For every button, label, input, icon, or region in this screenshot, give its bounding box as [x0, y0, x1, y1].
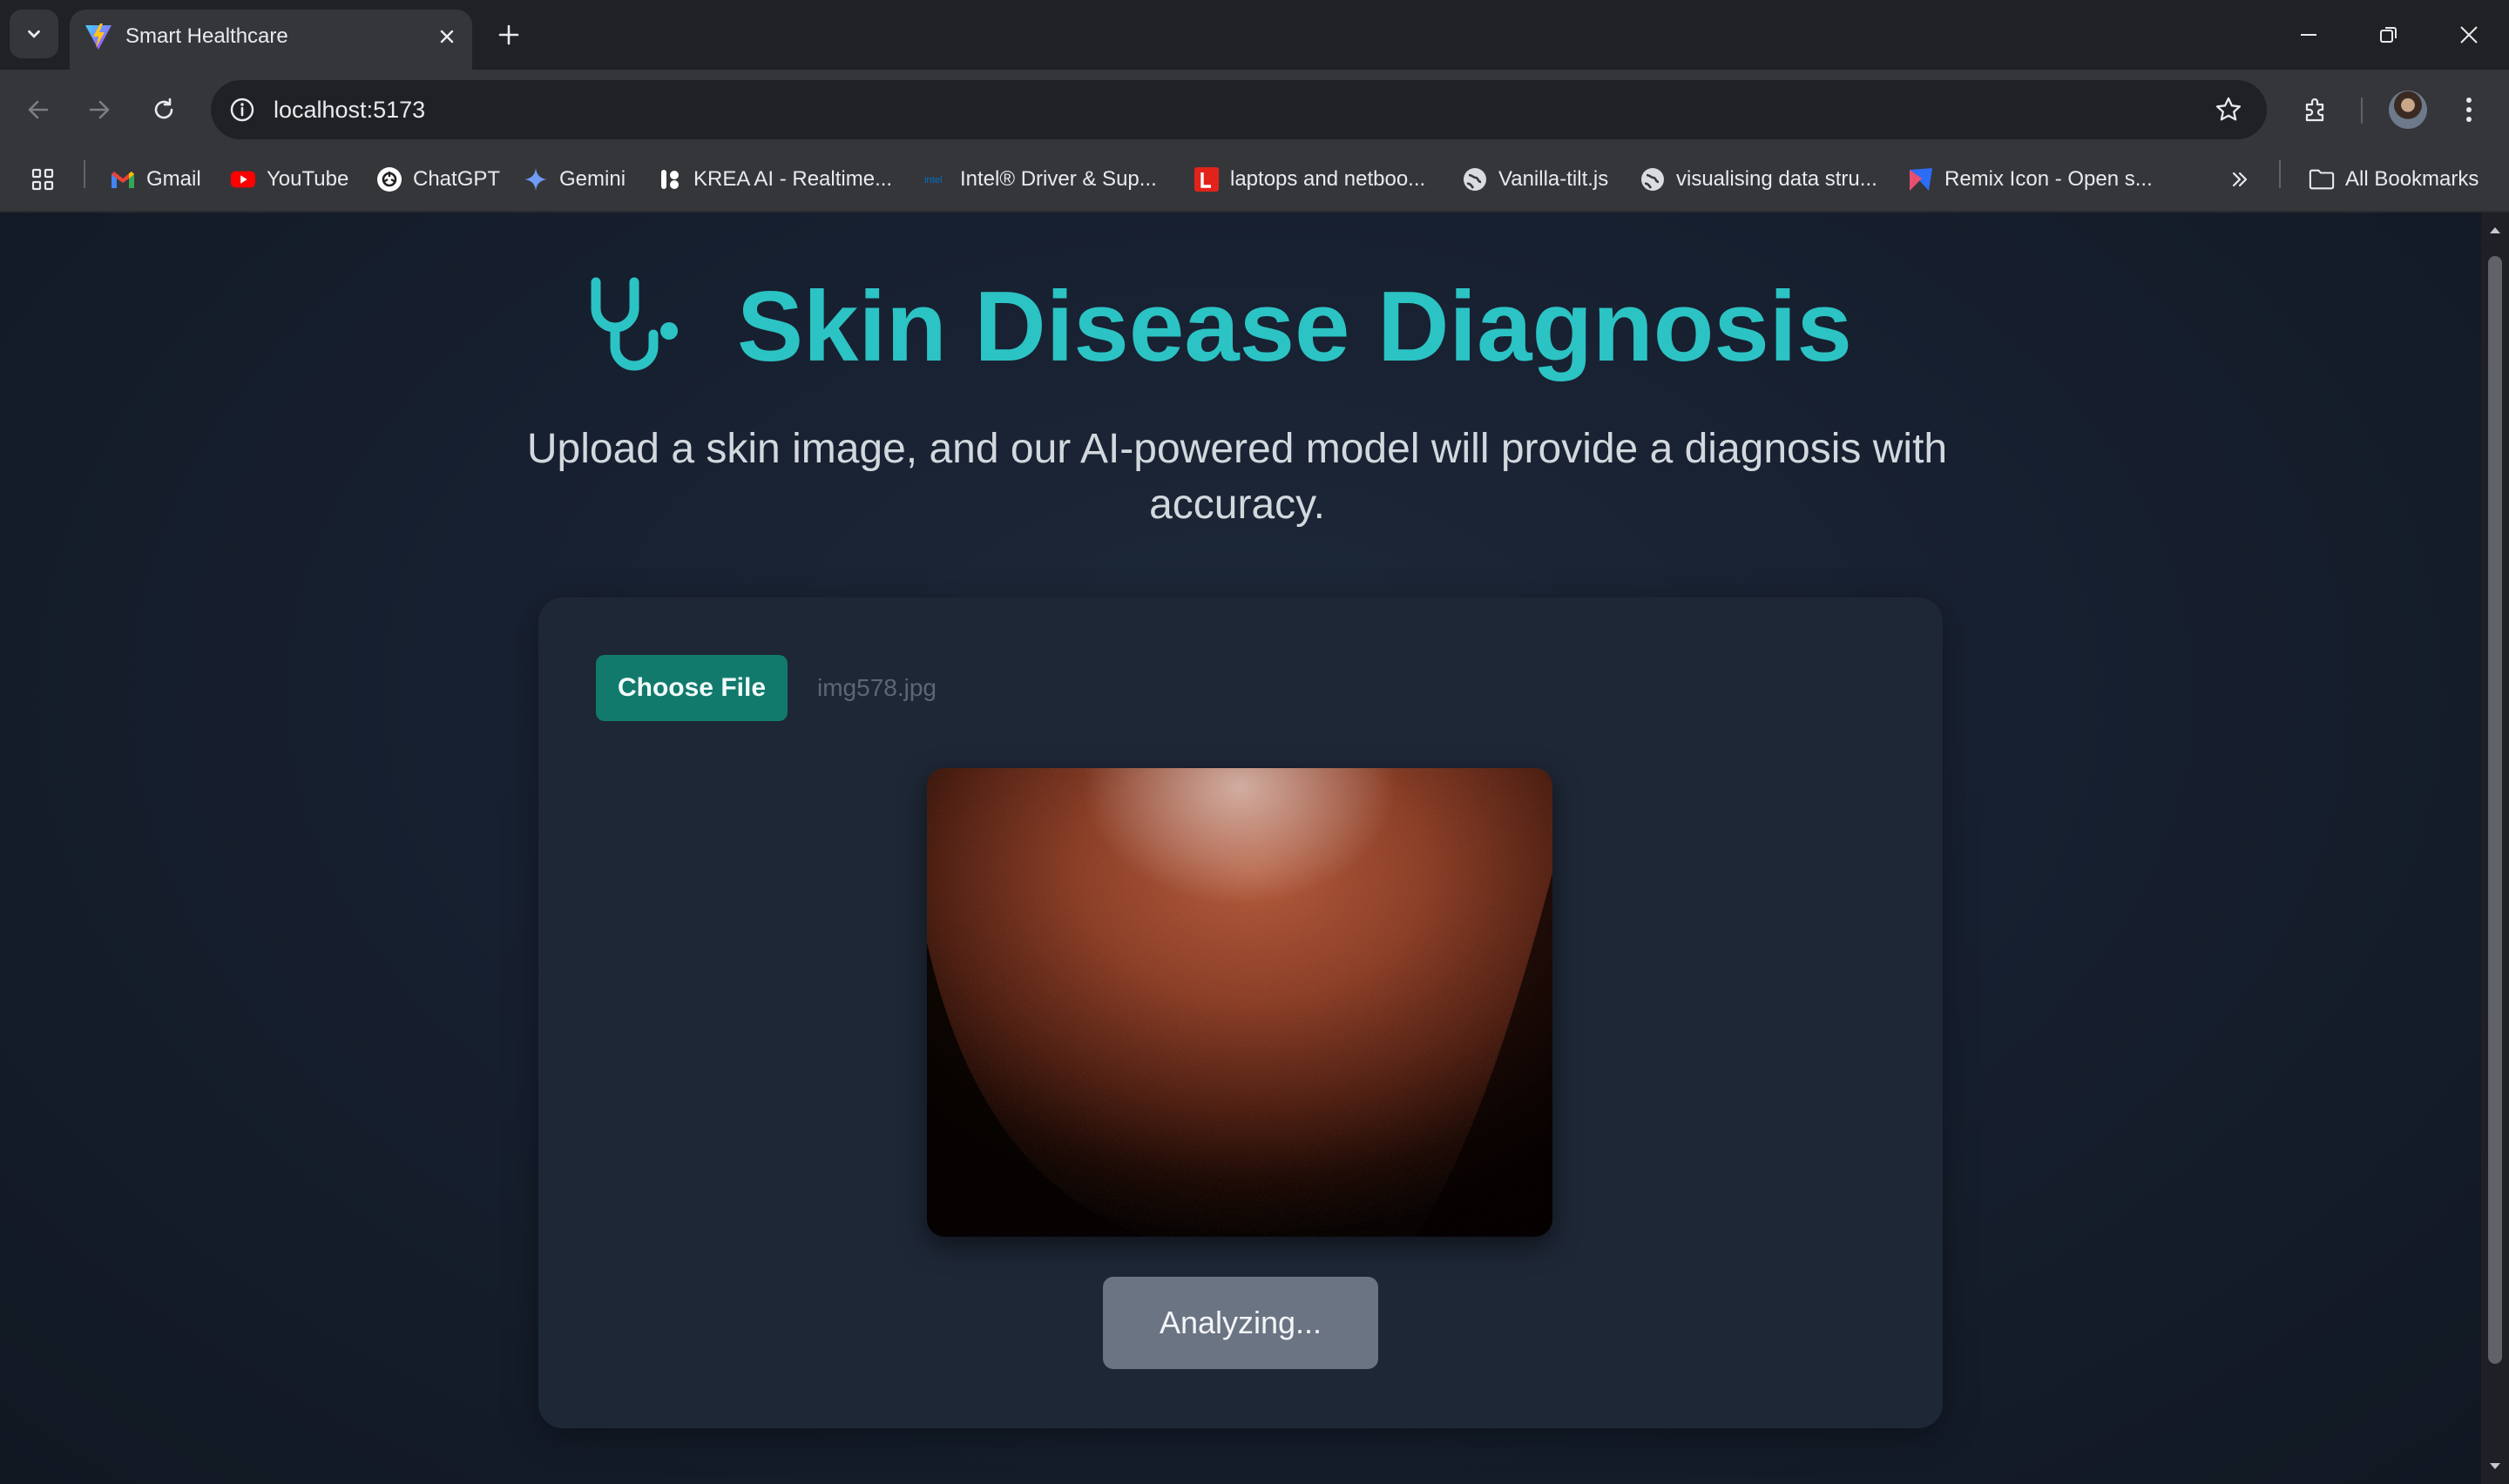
bookmark-label: ChatGPT: [413, 167, 501, 191]
kebab-menu-icon: [2466, 98, 2472, 122]
bookmark-label: Gemini: [559, 167, 626, 191]
arrow-left-icon: [28, 100, 49, 119]
bookmark-label: Remix Icon - Open s...: [1944, 167, 2153, 191]
bookmark-label: Vanilla-tilt.js: [1498, 167, 1609, 191]
url-text: localhost:5173: [274, 97, 426, 123]
upload-card: Choose File img578.jpg Analyzing...: [538, 597, 1943, 1428]
close-icon: [2460, 26, 2478, 44]
folder-icon: [2309, 166, 2335, 192]
bookmark-youtube[interactable]: YouTube: [230, 160, 348, 199]
bookmarks-overflow-button[interactable]: [2227, 160, 2253, 199]
youtube-icon: [230, 166, 256, 192]
krea-icon: [657, 166, 683, 192]
lenovo-icon: [1194, 166, 1220, 192]
minimize-icon: [2301, 34, 2316, 36]
all-bookmarks-label: All Bookmarks: [2345, 167, 2479, 191]
page-scrollbar[interactable]: [2481, 212, 2509, 1484]
close-window-button[interactable]: [2452, 17, 2486, 52]
page-title: Skin Disease Diagnosis: [737, 272, 1852, 382]
bookmark-gmail[interactable]: Gmail: [110, 160, 201, 199]
puzzle-icon: [2305, 98, 2324, 122]
tab-title: Smart Healthcare: [125, 24, 288, 48]
bookmark-label: Gmail: [146, 167, 201, 191]
page-header: Skin Disease Diagnosis: [584, 266, 1852, 388]
bookmarks-bar: Gmail YouTube ChatGPT Gemini KREA AI - R…: [0, 150, 2509, 212]
forward-button[interactable]: [78, 89, 120, 131]
active-tab[interactable]: Smart Healthcare: [70, 10, 472, 70]
bookmark-visualising[interactable]: visualising data stru...: [1640, 160, 1877, 199]
bookmark-label: laptops and netboo...: [1230, 167, 1426, 191]
intel-icon: intel: [923, 166, 950, 192]
restore-icon: [2380, 27, 2397, 43]
gemini-icon: [523, 166, 549, 192]
tab-search-button[interactable]: [10, 10, 58, 58]
bookmark-krea[interactable]: KREA AI - Realtime...: [657, 160, 892, 199]
svg-text:intel: intel: [924, 175, 943, 186]
choose-file-button[interactable]: Choose File: [596, 655, 788, 721]
bookmark-gemini[interactable]: Gemini: [523, 160, 626, 199]
restore-button[interactable]: [2371, 17, 2406, 52]
stethoscope-icon: [591, 277, 678, 371]
bookmark-label: KREA AI - Realtime...: [693, 167, 893, 191]
scrollbar-thumb[interactable]: [2488, 256, 2502, 1364]
apps-button[interactable]: [30, 160, 56, 199]
bookmark-star-icon[interactable]: [2209, 91, 2248, 129]
minimize-button[interactable]: [2291, 17, 2326, 52]
extensions-button[interactable]: [2295, 89, 2337, 131]
bookmark-vanilla-tilt[interactable]: Vanilla-tilt.js: [1462, 160, 1608, 199]
toolbar-divider: [2361, 98, 2363, 124]
vite-favicon-icon: [85, 24, 112, 50]
all-bookmarks-button[interactable]: All Bookmarks: [2309, 160, 2479, 199]
bookmark-label: YouTube: [267, 167, 349, 191]
new-tab-button[interactable]: [491, 17, 526, 52]
bookmark-label: Intel® Driver & Sup...: [960, 167, 1157, 191]
bookmarks-divider: [2279, 160, 2281, 188]
bookmarks-divider: [84, 160, 85, 188]
reload-button[interactable]: [143, 89, 185, 131]
scroll-down-icon[interactable]: [2488, 1458, 2502, 1475]
bookmark-intel[interactable]: intel Intel® Driver & Sup...: [923, 160, 1157, 199]
site-info-icon[interactable]: [221, 89, 263, 131]
analyze-button[interactable]: Analyzing...: [1103, 1277, 1378, 1369]
double-chevron-right-icon: [2227, 166, 2253, 192]
address-bar[interactable]: localhost:5173: [211, 80, 2267, 139]
reload-icon: [154, 98, 173, 119]
uploaded-image-preview: [927, 768, 1552, 1237]
arrow-right-icon: [89, 100, 110, 119]
bookmark-chatgpt[interactable]: ChatGPT: [376, 160, 500, 199]
globe-icon: [1462, 166, 1488, 192]
browser-toolbar: localhost:5173: [0, 70, 2509, 150]
apps-grid-icon: [30, 166, 56, 192]
page-viewport: Skin Disease Diagnosis Upload a skin ima…: [0, 212, 2481, 1484]
chevron-down-icon: [28, 30, 40, 38]
chatgpt-icon: [376, 166, 402, 192]
page-subtitle: Upload a skin image, and our AI-powered …: [526, 426, 1948, 528]
bookmark-label: visualising data stru...: [1676, 167, 1877, 191]
profile-avatar[interactable]: [2389, 91, 2427, 129]
tab-strip: Smart Healthcare: [0, 0, 2509, 70]
browser-menu-button[interactable]: [2452, 89, 2486, 131]
scroll-up-icon[interactable]: [2488, 221, 2502, 239]
skin-image: [927, 768, 1552, 1237]
close-icon[interactable]: [434, 24, 460, 50]
bookmark-remix-icon[interactable]: Remix Icon - Open s...: [1908, 160, 2153, 199]
bookmark-lenovo[interactable]: laptops and netboo...: [1194, 160, 1425, 199]
selected-file-name: img578.jpg: [817, 674, 937, 701]
gmail-icon: [110, 166, 136, 192]
back-button[interactable]: [17, 89, 59, 131]
plus-icon: [498, 24, 519, 45]
globe-icon: [1640, 166, 1666, 192]
remix-icon: [1908, 166, 1934, 192]
